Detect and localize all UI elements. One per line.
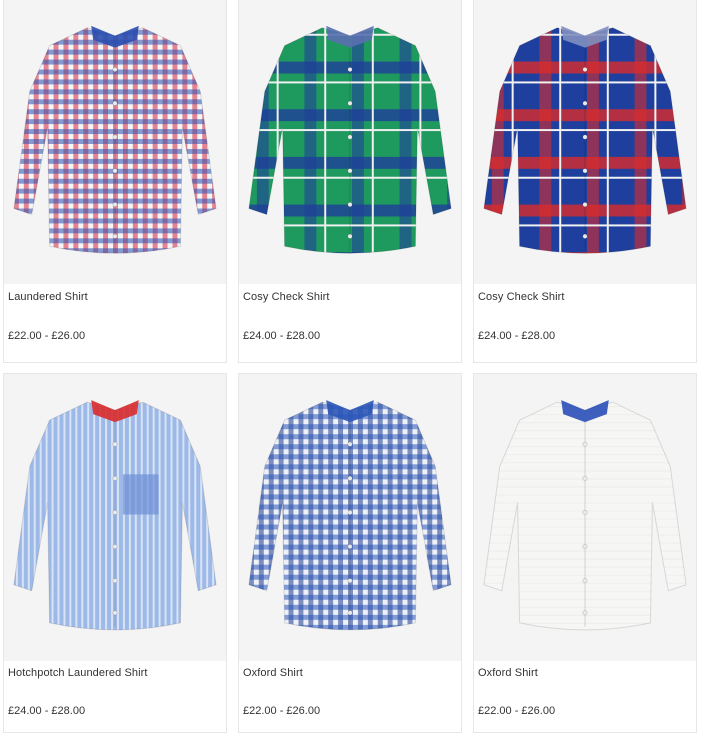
shirt-illustration bbox=[239, 0, 461, 284]
product-name[interactable]: Oxford Shirt bbox=[243, 667, 303, 679]
product-card[interactable]: Hotchpotch Laundered Shirt £24.00 - £28.… bbox=[3, 373, 227, 733]
shirt-illustration bbox=[474, 0, 696, 284]
product-price: £22.00 - £26.00 bbox=[8, 330, 86, 342]
shirt-illustration bbox=[239, 374, 461, 661]
product-image[interactable] bbox=[474, 374, 696, 661]
product-price: £22.00 - £26.00 bbox=[478, 705, 556, 717]
product-card[interactable]: Laundered Shirt £22.00 - £26.00 bbox=[3, 0, 227, 363]
product-price: £22.00 - £26.00 bbox=[243, 705, 321, 717]
product-card[interactable]: Cosy Check Shirt £24.00 - £28.00 bbox=[238, 0, 462, 363]
product-card[interactable]: Oxford Shirt £22.00 - £26.00 bbox=[473, 373, 697, 733]
product-price: £24.00 - £28.00 bbox=[478, 330, 556, 342]
product-name[interactable]: Cosy Check Shirt bbox=[243, 291, 330, 303]
product-image[interactable] bbox=[239, 374, 461, 661]
product-price: £24.00 - £28.00 bbox=[243, 330, 321, 342]
product-grid: Laundered Shirt £22.00 - £26.00 Cosy Che… bbox=[0, 0, 702, 733]
shirt-illustration bbox=[4, 0, 226, 284]
product-name[interactable]: Hotchpotch Laundered Shirt bbox=[8, 667, 148, 679]
product-card[interactable]: Cosy Check Shirt £24.00 - £28.00 bbox=[473, 0, 697, 363]
product-price: £24.00 - £28.00 bbox=[8, 705, 86, 717]
product-name[interactable]: Laundered Shirt bbox=[8, 291, 88, 303]
product-image[interactable] bbox=[239, 0, 461, 284]
product-image[interactable] bbox=[4, 374, 226, 661]
product-name[interactable]: Cosy Check Shirt bbox=[478, 291, 565, 303]
product-card[interactable]: Oxford Shirt £22.00 - £26.00 bbox=[238, 373, 462, 733]
product-image[interactable] bbox=[4, 0, 226, 284]
product-name[interactable]: Oxford Shirt bbox=[478, 667, 538, 679]
shirt-illustration bbox=[474, 374, 696, 661]
shirt-illustration bbox=[4, 374, 226, 661]
product-image[interactable] bbox=[474, 0, 696, 284]
